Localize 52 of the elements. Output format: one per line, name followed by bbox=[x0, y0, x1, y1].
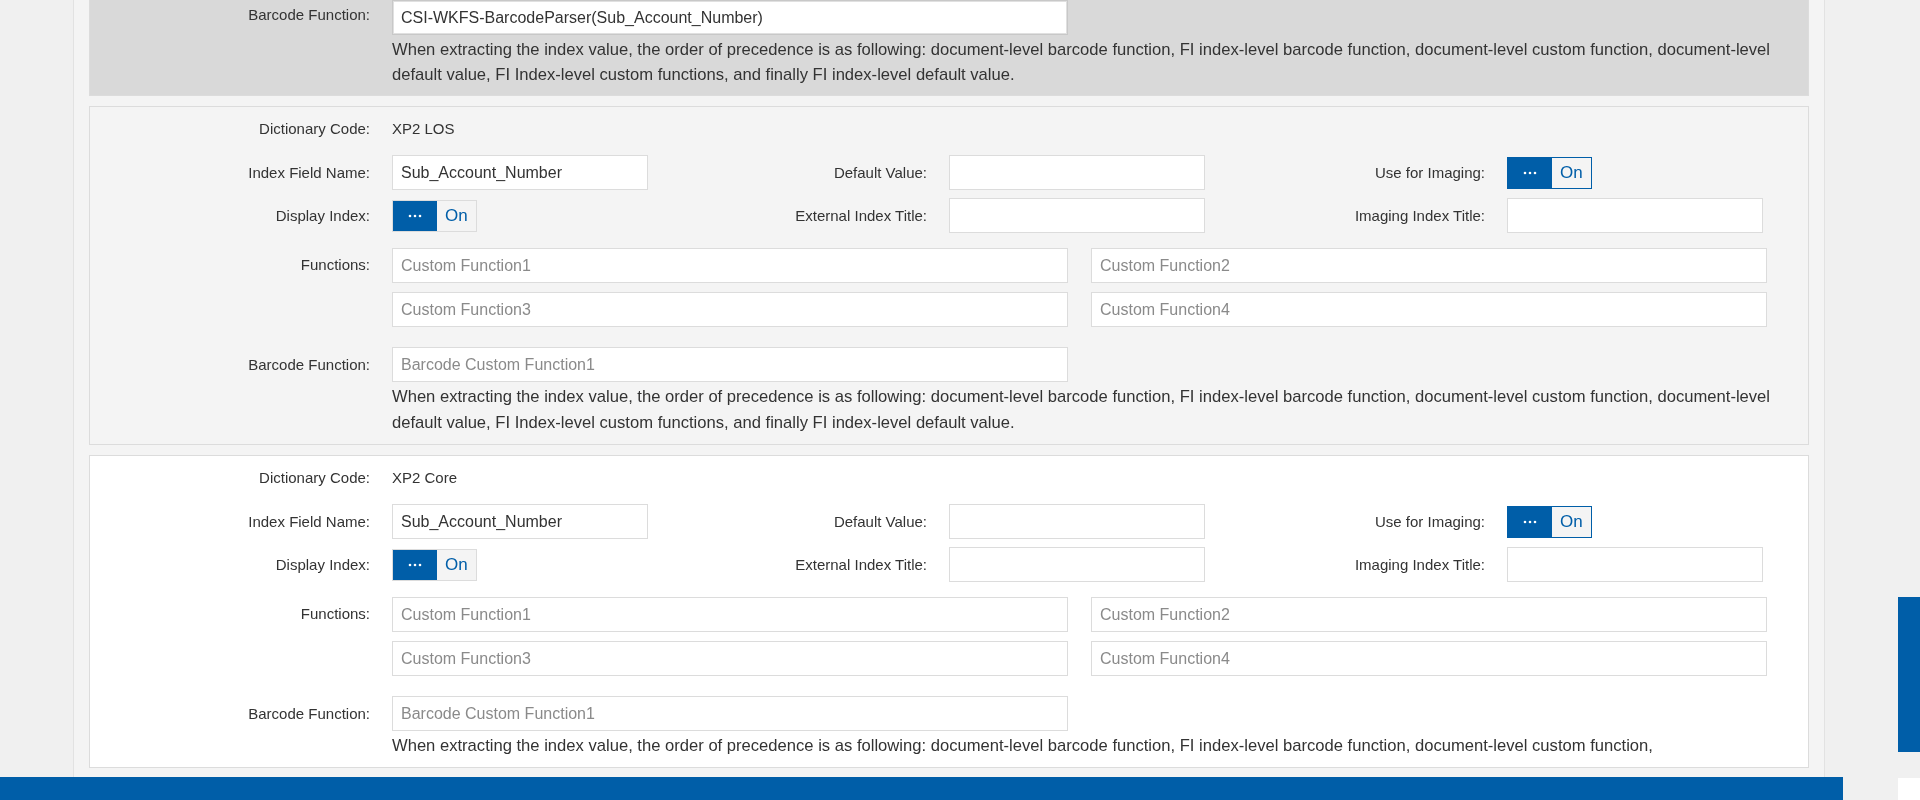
input-field[interactable]: Custom Function1 bbox=[392, 597, 1068, 632]
field-label: Index Field Name: bbox=[247, 513, 370, 530]
scroll-handle[interactable] bbox=[1898, 597, 1920, 752]
field-label: Functions: bbox=[299, 605, 370, 622]
input-field[interactable] bbox=[1507, 198, 1763, 233]
input-field[interactable]: Custom Function3 bbox=[392, 292, 1068, 327]
input-field[interactable]: Custom Function4 bbox=[1091, 641, 1767, 676]
input-field[interactable]: Custom Function2 bbox=[1091, 597, 1767, 632]
field-label: Use for Imaging: bbox=[1373, 164, 1485, 181]
input-field[interactable]: Custom Function3 bbox=[392, 641, 1068, 676]
field-label: Display Index: bbox=[274, 207, 370, 224]
input-field[interactable]: Barcode Custom Function1 bbox=[392, 347, 1068, 382]
dots-icon bbox=[1523, 519, 1537, 524]
field-label: Functions: bbox=[299, 256, 370, 273]
input-field[interactable]: CSI-WKFS-BarcodeParser(Sub_Account_Number) bbox=[392, 0, 1068, 35]
dots-icon bbox=[408, 562, 422, 567]
field-label: Default Value: bbox=[832, 164, 927, 181]
field-label: Display Index: bbox=[274, 556, 370, 573]
toggle-switch[interactable]: On bbox=[1507, 505, 1592, 538]
input-field[interactable]: Barcode Custom Function1 bbox=[392, 696, 1068, 731]
input-field[interactable]: Custom Function2 bbox=[1091, 248, 1767, 283]
dots-icon bbox=[408, 213, 422, 218]
help-text: When extracting the index value, the order of precedence is as following: document-level barcode function, FI index-level barcode function, document-level custom function, bbox=[392, 735, 1654, 757]
field-label: Barcode Function: bbox=[247, 6, 370, 23]
input-field[interactable] bbox=[949, 155, 1205, 190]
field-label: Use for Imaging: bbox=[1373, 513, 1485, 530]
input-field[interactable] bbox=[949, 198, 1205, 233]
field-label: Imaging Index Title: bbox=[1353, 556, 1485, 573]
help-text: When extracting the index value, the order of precedence is as following: document-level barcode function, FI index-level barcode function, document-level custom function, document-level default value, FI Index-level custom functions, and finally FI index-level default value. bbox=[392, 386, 1772, 434]
field-label: External Index Title: bbox=[794, 207, 927, 224]
help-text: When extracting the index value, the order of precedence is as following: document-level barcode function, FI index-level barcode function, document-level custom function, document-level default value, FI Index-level custom functions, and finally FI index-level default value. bbox=[392, 39, 1772, 86]
field-label: Barcode Function: bbox=[247, 356, 370, 373]
field-label: Imaging Index Title: bbox=[1353, 207, 1485, 224]
input-field[interactable] bbox=[949, 547, 1205, 582]
field-label: Dictionary Code: bbox=[258, 119, 370, 137]
field-label: Default Value: bbox=[832, 513, 927, 530]
field-label: Index Field Name: bbox=[247, 164, 370, 181]
input-field[interactable]: Custom Function4 bbox=[1091, 292, 1767, 327]
input-field[interactable] bbox=[949, 504, 1205, 539]
input-field[interactable]: Sub_Account_Number bbox=[392, 504, 648, 539]
field-label: Dictionary Code: bbox=[258, 468, 370, 486]
dictionary-code: XP2 Core bbox=[392, 468, 458, 486]
toggle-switch[interactable]: On bbox=[392, 199, 477, 232]
field-label: Barcode Function: bbox=[247, 705, 370, 722]
input-field[interactable]: Sub_Account_Number bbox=[392, 155, 648, 190]
field-label: External Index Title: bbox=[794, 556, 927, 573]
input-field[interactable]: Custom Function1 bbox=[392, 248, 1068, 283]
input-field[interactable] bbox=[1507, 547, 1763, 582]
toggle-switch[interactable]: On bbox=[392, 548, 477, 581]
toggle-switch[interactable]: On bbox=[1507, 156, 1592, 189]
dictionary-code: XP2 LOS bbox=[392, 119, 455, 137]
dots-icon bbox=[1523, 170, 1537, 175]
